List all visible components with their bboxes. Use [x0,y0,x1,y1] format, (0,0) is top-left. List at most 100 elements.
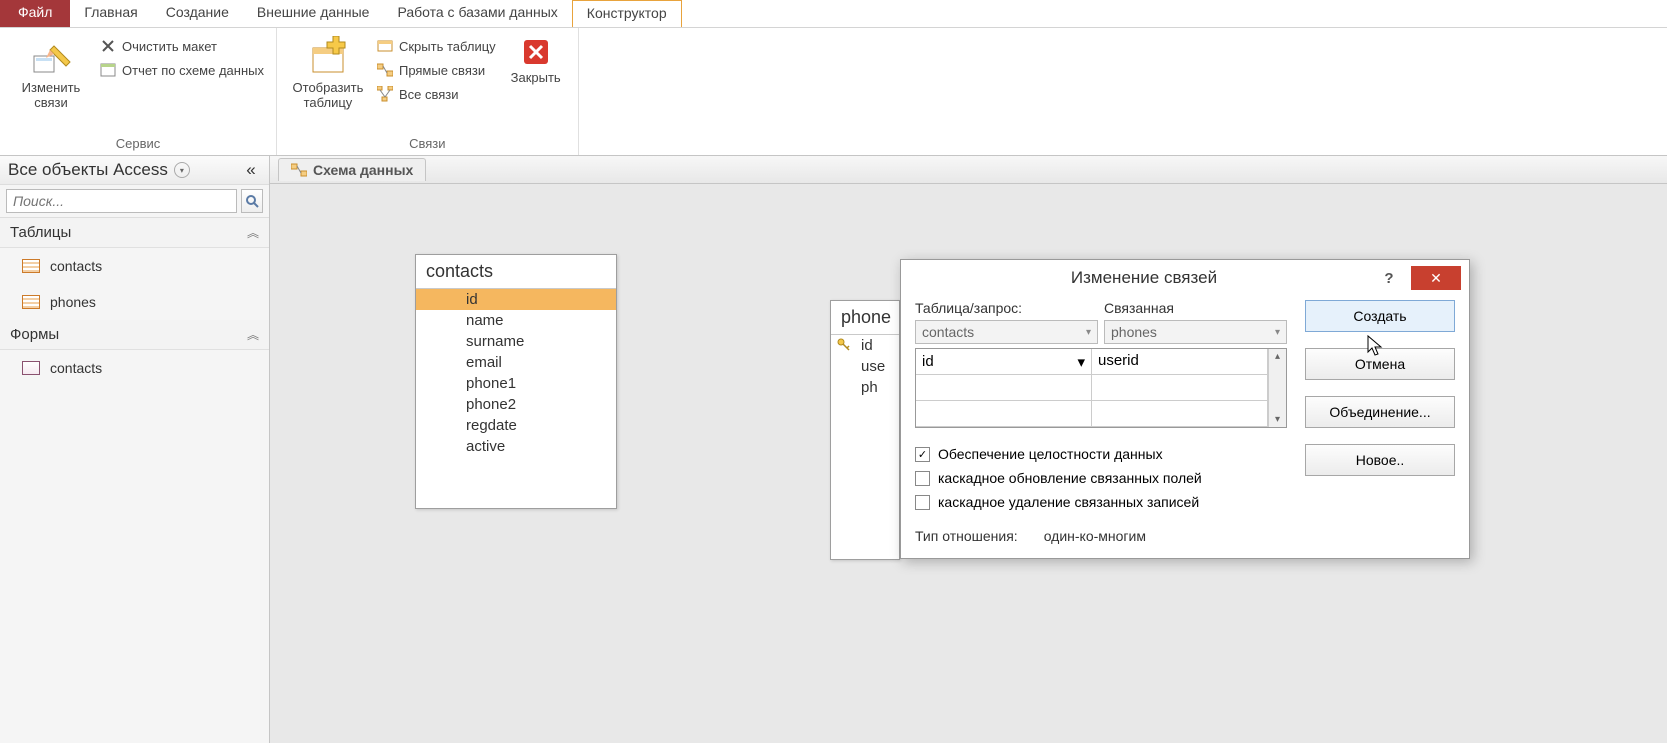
form-icon [22,361,40,375]
dialog-close-button[interactable]: ✕ [1411,266,1461,290]
tab-home[interactable]: Главная [70,0,151,27]
nav-pane-header[interactable]: Все объекты Access ▾ « [0,156,269,185]
all-relations-icon [377,86,393,102]
direct-relations-label: Прямые связи [399,63,485,78]
map-left-field[interactable]: id▾ [916,349,1092,375]
map-right-empty[interactable] [1092,401,1268,427]
table-field-id[interactable]: id [416,289,616,310]
table-icon [22,259,40,273]
ribbon: Изменить связи Очистить макет Отчет по с… [0,28,1667,156]
direct-relations-button[interactable]: Прямые связи [375,60,498,80]
table-field[interactable]: use [831,356,899,377]
table-field[interactable]: ph [831,377,899,398]
edit-relations-icon [30,36,72,78]
search-input[interactable] [6,189,237,213]
close-button[interactable]: Закрыть [504,32,568,85]
doc-tab-relations[interactable]: Схема данных [278,158,426,181]
label-related-table: Связанная [1104,300,1287,316]
tab-designer[interactable]: Конструктор [572,0,682,27]
relation-report-button[interactable]: Отчет по схеме данных [98,60,266,80]
new-button[interactable]: Новое.. [1305,444,1455,476]
direct-relations-icon [377,62,393,78]
relation-report-label: Отчет по схеме данных [122,63,264,78]
chevron-down-icon: ▾ [1086,327,1091,338]
tab-file[interactable]: Файл [0,0,70,27]
chevron-down-icon: ▾ [1275,327,1280,338]
checkbox-icon: ✓ [915,447,930,462]
label-relation-type: Тип отношения: [915,528,1018,544]
table-field[interactable]: email [416,352,616,373]
table-field[interactable]: phone1 [416,373,616,394]
combo-left-table[interactable]: contacts▾ [915,320,1098,344]
close-label: Закрыть [511,70,561,85]
create-button[interactable]: Создать [1305,300,1455,332]
nav-item-label: phones [50,294,96,310]
search-button[interactable] [241,189,263,213]
chevron-up-icon: ︽ [247,224,259,241]
group-service-label: Сервис [10,134,266,153]
all-relations-button[interactable]: Все связи [375,84,498,104]
clear-icon [100,38,116,54]
search-icon [245,194,259,208]
hide-table-icon [377,38,393,54]
dialog-help-button[interactable]: ? [1379,270,1399,287]
nav-pane-collapse[interactable]: « [241,160,261,180]
checkbox-integrity[interactable]: ✓ Обеспечение целостности данных [915,442,1287,466]
edit-relations-label: Изменить связи [10,80,92,110]
map-left-empty[interactable] [916,401,1092,427]
checkbox-label: каскадное обновление связанных полей [938,470,1202,486]
tab-create[interactable]: Создание [152,0,243,27]
table-box-title: contacts [416,255,616,289]
grid-scrollbar[interactable]: ▴▾ [1268,349,1286,427]
hide-table-button[interactable]: Скрыть таблицу [375,36,498,56]
table-field[interactable]: active [416,436,616,457]
table-field-id[interactable]: id [831,335,899,356]
nav-table-contacts[interactable]: contacts [0,248,269,284]
report-icon [100,62,116,78]
cancel-button[interactable]: Отмена [1305,348,1455,380]
checkbox-label: Обеспечение целостности данных [938,446,1163,462]
map-right-empty[interactable] [1092,375,1268,401]
group-relations-label: Связи [287,134,568,153]
value-relation-type: один-ко-многим [1044,528,1146,544]
nav-table-phones[interactable]: phones [0,284,269,320]
map-right-field[interactable]: userid [1092,349,1268,375]
key-icon [837,338,851,352]
nav-form-contacts[interactable]: contacts [0,350,269,386]
table-box-contacts[interactable]: contacts id name surname email phone1 ph… [415,254,617,509]
close-icon [520,36,552,68]
table-field[interactable]: phone2 [416,394,616,415]
table-field[interactable]: surname [416,331,616,352]
show-table-icon [307,36,349,78]
all-relations-label: Все связи [399,87,459,102]
checkbox-cascade-update[interactable]: каскадное обновление связанных полей [915,466,1287,490]
navigation-pane: Все объекты Access ▾ « Таблицы ︽ contact… [0,156,270,743]
table-field[interactable]: name [416,310,616,331]
workspace: Схема данных contacts id name surname em… [270,156,1667,743]
show-table-button[interactable]: Отобразить таблицу [287,32,369,110]
relations-canvas[interactable]: contacts id name surname email phone1 ph… [270,184,1667,743]
nav-pane-dropdown-icon[interactable]: ▾ [174,162,190,178]
hide-table-label: Скрыть таблицу [399,39,496,54]
combo-right-table[interactable]: phones▾ [1104,320,1287,344]
section-forms-label: Формы [10,326,59,343]
dialog-title: Изменение связей [909,268,1379,288]
doc-tab-label: Схема данных [313,162,413,178]
map-left-empty[interactable] [916,375,1092,401]
edit-relations-dialog: Изменение связей ? ✕ Таблица/запрос: Свя… [900,259,1470,559]
edit-relations-button[interactable]: Изменить связи [10,32,92,110]
table-field[interactable]: regdate [416,415,616,436]
clear-layout-button[interactable]: Очистить макет [98,36,266,56]
section-tables-header[interactable]: Таблицы ︽ [0,218,269,248]
nav-item-label: contacts [50,258,102,274]
section-forms-header[interactable]: Формы ︽ [0,320,269,350]
nav-pane-title: Все объекты Access [8,160,168,180]
clear-layout-label: Очистить макет [122,39,217,54]
ribbon-group-relations: Отобразить таблицу Скрыть таблицу Прямые… [277,28,579,155]
tab-database-tools[interactable]: Работа с базами данных [383,0,571,27]
ribbon-group-service: Изменить связи Очистить макет Отчет по с… [0,28,277,155]
tab-external-data[interactable]: Внешние данные [243,0,384,27]
checkbox-cascade-delete[interactable]: каскадное удаление связанных записей [915,490,1287,514]
table-box-phones[interactable]: phone id use ph [830,300,900,560]
join-button[interactable]: Объединение... [1305,396,1455,428]
